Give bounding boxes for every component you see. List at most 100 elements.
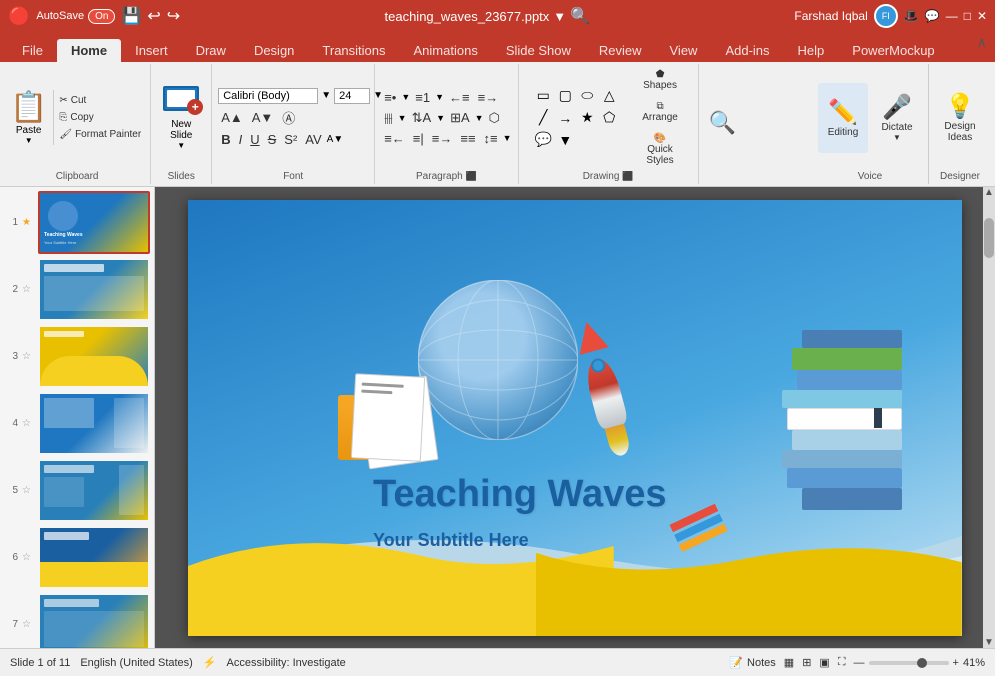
save-icon[interactable]: 💾 <box>121 6 141 26</box>
tab-addins[interactable]: Add-ins <box>711 39 783 62</box>
paste-button[interactable]: 📋 Paste ▼ <box>10 90 54 145</box>
copy-button[interactable]: ⎘Copy <box>56 110 144 125</box>
align-center-button[interactable]: ≡| <box>410 130 427 147</box>
text-direction-button[interactable]: ⇅A <box>409 109 435 127</box>
tab-draw[interactable]: Draw <box>182 39 240 62</box>
quick-styles-button[interactable]: 🎨Quick Styles <box>637 130 683 169</box>
slide-thumbnail-3[interactable] <box>38 325 150 388</box>
view-grid-button[interactable]: ⊞ <box>802 656 811 669</box>
bold-button[interactable]: B <box>218 131 233 148</box>
shadow-button[interactable]: S² <box>281 131 300 148</box>
font-name-input[interactable] <box>218 88 318 104</box>
shape-oval[interactable]: ⬭ <box>577 86 597 106</box>
shape-arrow[interactable]: → <box>555 108 575 128</box>
close-icon[interactable]: ✕ <box>977 9 987 23</box>
decrease-indent-button[interactable]: ←≡ <box>446 89 473 106</box>
increase-indent-button[interactable]: ≡→ <box>475 89 502 106</box>
underline-button[interactable]: U <box>247 131 262 148</box>
shape-rect[interactable]: ▭ <box>533 86 553 106</box>
strikethrough-button[interactable]: S <box>265 131 280 148</box>
zoom-in-button[interactable]: + <box>953 657 959 669</box>
tab-powermockup[interactable]: PowerMockup <box>838 39 948 62</box>
tab-animations[interactable]: Animations <box>400 39 492 62</box>
slide-thumb-1[interactable]: 1 ★ Teaching Waves Your Subtitle Here <box>4 191 150 254</box>
cut-button[interactable]: ✂Cut <box>56 93 144 108</box>
comment-icon[interactable]: 💬 <box>925 9 940 23</box>
slide-thumbnail-5[interactable] <box>38 459 150 522</box>
tab-design[interactable]: Design <box>240 39 308 62</box>
shape-callout[interactable]: 💬 <box>533 130 553 150</box>
view-normal-button[interactable]: ▦ <box>784 656 794 669</box>
slide-thumbnail-1[interactable]: Teaching Waves Your Subtitle Here <box>38 191 150 254</box>
shapes-more[interactable]: ▼ <box>555 130 575 150</box>
slide-thumb-4[interactable]: 4 ☆ <box>4 392 150 455</box>
dropdown-icon[interactable]: ▼ <box>553 9 566 24</box>
shapes-button[interactable]: ⬟Shapes <box>637 66 683 94</box>
ribbon-collapse-button[interactable]: ∧ <box>977 34 987 51</box>
new-slide-dropdown[interactable]: ▼ <box>177 141 185 150</box>
char-spacing-button[interactable]: AV <box>302 131 324 148</box>
align-left-button[interactable]: ≡← <box>381 130 408 147</box>
slide-thumbnail-4[interactable] <box>38 392 150 455</box>
design-ideas-button[interactable]: 💡 Design Ideas <box>935 83 985 153</box>
search-icon[interactable]: 🔍 <box>570 6 590 26</box>
tab-insert[interactable]: Insert <box>121 39 182 62</box>
font-size-input[interactable] <box>334 88 370 104</box>
slide-title[interactable]: Teaching Waves <box>373 473 667 516</box>
undo-icon[interactable]: ↩ <box>147 6 160 26</box>
bullet-list-button[interactable]: ≡• <box>381 89 399 106</box>
font-decrease-button[interactable]: A▼ <box>249 109 277 126</box>
dictate-dropdown[interactable]: ▼ <box>893 133 901 142</box>
fit-to-window-button[interactable]: ⛶ <box>838 656 846 669</box>
ribbon-collapse-icon[interactable]: 🎩 <box>904 9 919 23</box>
shape-line[interactable]: ╱ <box>533 108 553 128</box>
slide-thumb-7[interactable]: 7 ☆ <box>4 593 150 648</box>
font-color-dropdown[interactable]: A▼ <box>327 134 344 145</box>
columns-dropdown[interactable]: ▼ <box>398 113 407 123</box>
paragraph-expand-icon[interactable]: ⬛ <box>466 171 477 181</box>
vertical-scrollbar-thumb[interactable] <box>984 218 994 258</box>
vertical-scrollbar[interactable]: ▲ ▼ <box>983 187 995 648</box>
slide-thumb-5[interactable]: 5 ☆ <box>4 459 150 522</box>
maximize-icon[interactable]: □ <box>964 9 971 23</box>
view-presenter-button[interactable]: ▣ <box>819 656 829 669</box>
redo-icon[interactable]: ↪ <box>167 6 180 26</box>
align-dropdown[interactable]: ▼ <box>475 113 484 123</box>
zoom-out-button[interactable]: — <box>854 657 865 669</box>
slide-canvas[interactable]: Teaching Waves Your Subtitle Here <box>188 200 962 636</box>
slide-subtitle[interactable]: Your Subtitle Here <box>373 530 529 551</box>
notes-button[interactable]: 📝 Notes <box>729 656 775 669</box>
dictate-button[interactable]: 🎤 Dictate ▼ <box>872 83 922 153</box>
arrange-button[interactable]: ⧉Arrange <box>637 98 683 126</box>
shape-pentagon[interactable]: ⬠ <box>599 108 619 128</box>
align-right-button[interactable]: ≡→ <box>429 130 456 147</box>
bullet-dropdown-icon[interactable]: ▼ <box>401 92 410 102</box>
smartart-button[interactable]: ⬡ <box>486 109 503 127</box>
drawing-expand-icon[interactable]: ⬛ <box>622 171 633 181</box>
slide-thumbnail-7[interactable] <box>38 593 150 648</box>
scroll-down-button[interactable]: ▼ <box>984 637 994 648</box>
numbered-list-button[interactable]: ≡1 <box>412 89 433 106</box>
font-dropdown-icon[interactable]: ▼ <box>321 90 331 101</box>
shape-triangle[interactable]: △ <box>599 86 619 106</box>
italic-button[interactable]: I <box>236 131 246 148</box>
minimize-icon[interactable]: — <box>946 9 958 23</box>
paste-dropdown-icon[interactable]: ▼ <box>25 136 33 145</box>
new-slide-button[interactable]: + New Slide ▼ <box>157 83 205 153</box>
tab-slideshow[interactable]: Slide Show <box>492 39 585 62</box>
tab-transitions[interactable]: Transitions <box>308 39 399 62</box>
search-button[interactable]: 🔍 <box>705 106 740 140</box>
slide-thumb-6[interactable]: 6 ☆ <box>4 526 150 589</box>
slide-thumb-3[interactable]: 3 ☆ <box>4 325 150 388</box>
language-indicator[interactable]: English (United States) <box>80 657 193 669</box>
editing-button[interactable]: ✏️ Editing <box>818 83 868 153</box>
line-spacing-dropdown[interactable]: ▼ <box>503 133 512 143</box>
num-dropdown-icon[interactable]: ▼ <box>435 92 444 102</box>
columns-button[interactable]: ⫲⫲ <box>381 109 395 127</box>
clear-formatting-button[interactable]: Ⓐ <box>279 107 298 128</box>
justify-button[interactable]: ≡≡ <box>457 130 478 147</box>
zoom-slider[interactable] <box>869 661 949 665</box>
tab-home[interactable]: Home <box>57 39 121 62</box>
slide-thumb-2[interactable]: 2 ☆ <box>4 258 150 321</box>
line-spacing-button[interactable]: ↕≡ <box>481 130 501 147</box>
